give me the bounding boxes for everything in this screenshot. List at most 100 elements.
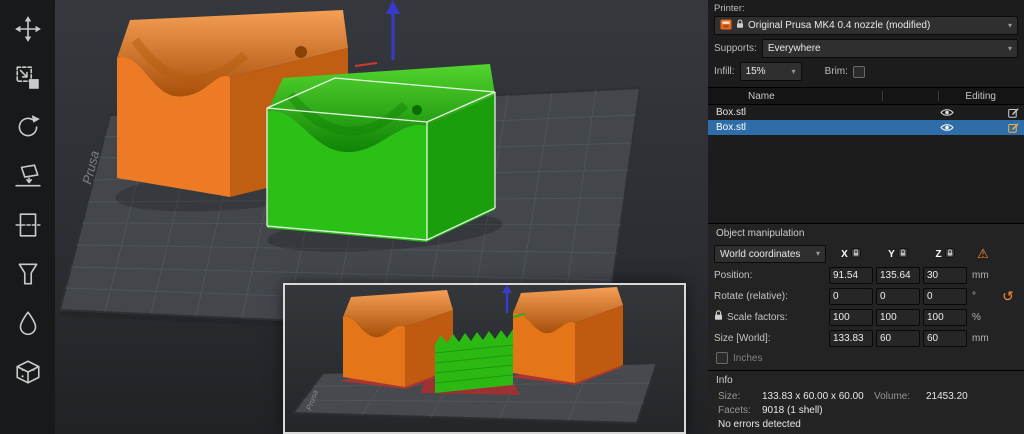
sliced-preview-window: Prusa: [283, 283, 686, 434]
object-manipulation-section: Object manipulation World coordinates ▾ …: [708, 223, 1024, 370]
supports-label: Supports:: [714, 43, 757, 54]
object-list: Name Editing Box.stl Box.stl: [708, 87, 1024, 223]
size-z-input[interactable]: [923, 329, 967, 347]
printer-name: Original Prusa MK4 0.4 nozzle (modified): [748, 20, 931, 31]
editing-column-header: Editing: [965, 90, 996, 102]
supports-select[interactable]: Everywhere ▾: [761, 39, 1018, 58]
position-x-input[interactable]: [829, 266, 873, 284]
axis-lock-icon[interactable]: [944, 247, 955, 261]
tool-rotate[interactable]: [8, 108, 48, 148]
size-label: Size [World]:: [714, 332, 771, 344]
eye-icon[interactable]: [936, 123, 958, 132]
tool-move[interactable]: [8, 10, 48, 50]
size-x-input[interactable]: [829, 329, 873, 347]
warning-icon: ⚠: [977, 246, 989, 261]
scale-unit: %: [972, 311, 981, 323]
brim-label: Brim:: [824, 66, 848, 77]
tool-scale[interactable]: [8, 59, 48, 99]
axis-lock-icon[interactable]: [850, 247, 861, 261]
axis-lock-icon[interactable]: [897, 247, 908, 261]
preview-orange-right: [513, 287, 623, 383]
place-on-face-icon: [14, 162, 42, 193]
rotate-unit: °: [972, 290, 976, 302]
info-volume-value: 21453.20: [926, 390, 968, 402]
axis-y-header: Y: [876, 247, 920, 261]
printer-label: Printer:: [714, 3, 745, 14]
info-size-value: 133.83 x 60.00 x 60.00: [762, 390, 864, 402]
info-volume-label: Volume:: [874, 390, 911, 402]
green-model-hole: [412, 105, 422, 115]
name-column-header: Name: [748, 90, 775, 102]
object-name: Box.stl: [716, 107, 747, 118]
scale-icon: [14, 64, 42, 95]
chevron-down-icon: ▾: [791, 66, 796, 76]
position-unit: mm: [972, 269, 989, 281]
position-label: Position:: [714, 269, 753, 281]
reset-rotation-button[interactable]: ↺: [999, 289, 1017, 303]
move-icon: [14, 15, 42, 46]
inches-label: Inches: [733, 352, 763, 364]
axis-z-header: Z: [923, 247, 967, 261]
rotate-z-input[interactable]: [923, 287, 967, 305]
object-list-header: Name Editing: [708, 88, 1024, 105]
rotate-y-input[interactable]: [876, 287, 920, 305]
scale-z-input[interactable]: [923, 308, 967, 326]
uniform-scale-lock-icon[interactable]: [714, 310, 723, 324]
slicer-app: Prusa Prusa Printer: Original Prusa MK4 …: [0, 0, 1024, 434]
coordinates-value: World coordinates: [720, 248, 801, 260]
size-unit: mm: [972, 332, 989, 344]
info-title: Info: [716, 375, 733, 386]
printer-select[interactable]: Original Prusa MK4 0.4 nozzle (modified)…: [714, 16, 1018, 35]
infill-select[interactable]: 15% ▾: [739, 62, 802, 81]
info-facets-value: 9018 (1 shell): [762, 404, 823, 416]
rotate-x-input[interactable]: [829, 287, 873, 305]
infill-label: Infill:: [714, 66, 735, 77]
info-errors-text: No errors detected: [718, 418, 801, 430]
rotate-label: Rotate (relative):: [714, 290, 788, 302]
tool-support-paint[interactable]: [8, 255, 48, 295]
z-axis-arrow: [354, 0, 400, 67]
tool-cut[interactable]: [8, 206, 48, 246]
scale-label: Scale factors:: [714, 310, 826, 324]
settings-panel: Printer: Original Prusa MK4 0.4 nozzle (…: [708, 0, 1024, 434]
support-paint-icon: [14, 260, 42, 291]
scale-x-input[interactable]: [829, 308, 873, 326]
manipulation-title: Object manipulation: [716, 228, 805, 239]
cut-icon: [14, 211, 42, 242]
chevron-down-icon: ▾: [1007, 43, 1012, 53]
position-z-input[interactable]: [923, 266, 967, 284]
printer-profile-icon: [720, 19, 732, 33]
chevron-down-icon: ▾: [815, 249, 820, 258]
edit-icon[interactable]: [1002, 122, 1024, 133]
infill-value: 15%: [745, 66, 766, 77]
seam-icon: [14, 309, 42, 340]
supports-value: Everywhere: [767, 43, 821, 54]
brim-checkbox[interactable]: [852, 65, 865, 78]
x-axis-tick: [354, 62, 378, 67]
edit-icon[interactable]: [1002, 107, 1024, 118]
info-facets-label: Facets:: [718, 404, 751, 416]
coordinates-select[interactable]: World coordinates ▾: [714, 245, 826, 263]
size-y-input[interactable]: [876, 329, 920, 347]
tool-seam[interactable]: [8, 304, 48, 344]
object-name: Box.stl: [716, 122, 747, 133]
inches-checkbox[interactable]: [716, 352, 728, 364]
object-list-empty-area: [708, 135, 1024, 223]
tool-place-on-face[interactable]: [8, 157, 48, 197]
lock-icon: [736, 19, 744, 32]
gizmo-toolbar: [0, 0, 55, 434]
object-row[interactable]: Box.stl: [708, 105, 1024, 120]
orange-model-hole: [295, 46, 307, 58]
measure-icon: [14, 358, 42, 389]
model-green-selected[interactable]: [266, 64, 496, 242]
info-section: Info Size: 133.83 x 60.00 x 60.00 Volume…: [708, 370, 1024, 434]
rotate-icon: [14, 113, 42, 144]
scale-y-input[interactable]: [876, 308, 920, 326]
eye-icon[interactable]: [936, 108, 958, 117]
position-y-input[interactable]: [876, 266, 920, 284]
object-row-selected[interactable]: Box.stl: [708, 120, 1024, 135]
axis-x-header: X: [829, 247, 873, 261]
info-size-label: Size:: [718, 390, 741, 402]
tool-measure[interactable]: [8, 353, 48, 393]
viewport-3d: Prusa Prusa: [55, 0, 708, 434]
